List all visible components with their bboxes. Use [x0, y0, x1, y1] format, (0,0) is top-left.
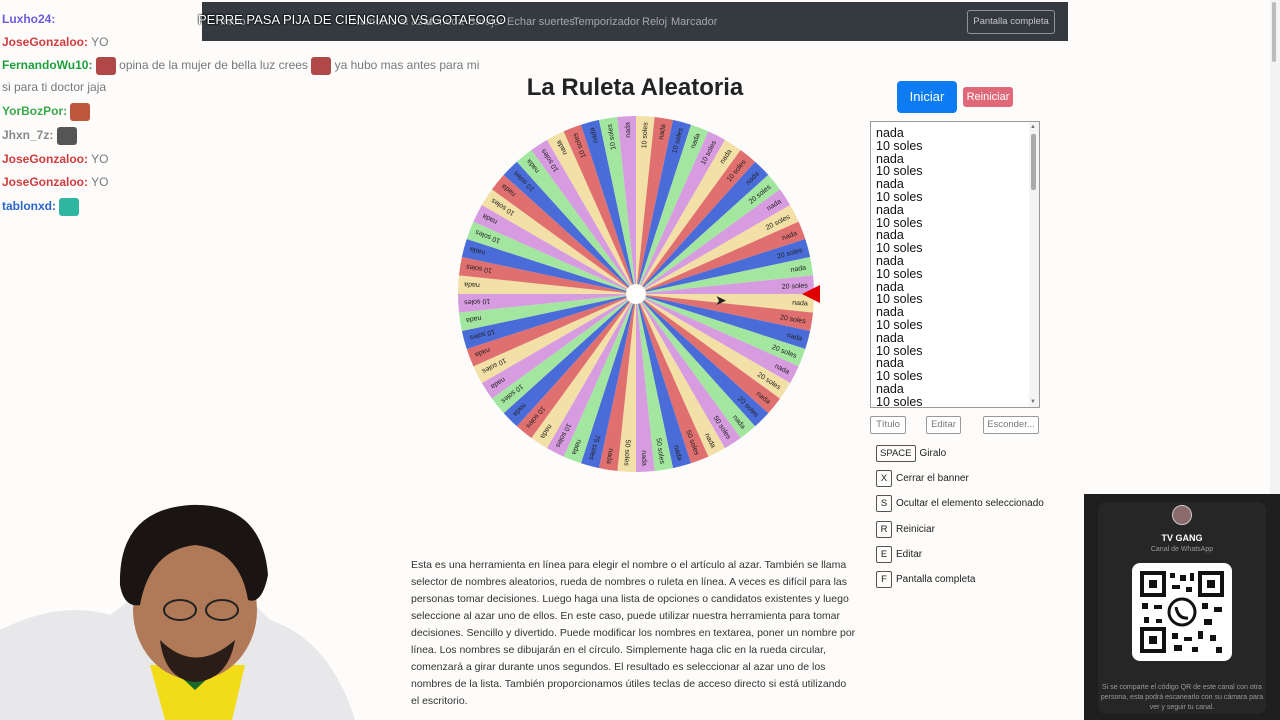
chat-line: JoseGonzaloo: YO	[2, 175, 108, 189]
edit-button[interactable]: Editar	[926, 416, 961, 434]
chat-user: JoseGonzaloo:	[2, 175, 89, 189]
hide-button[interactable]: Esconder...	[983, 416, 1039, 434]
emote-icon	[59, 198, 80, 216]
chat-line: JoseGonzaloo: YO	[2, 35, 108, 49]
wheel-segment-label: 50 soles	[622, 439, 630, 466]
shortcut-label: Pantalla completa	[896, 574, 976, 585]
chat-message: YO	[91, 152, 109, 166]
chat-message: YO	[91, 35, 109, 49]
nav-link-marcador[interactable]: Marcador	[671, 16, 717, 28]
wheel-segment-label: nada	[640, 450, 648, 466]
reset-button[interactable]: Reiniciar	[963, 87, 1013, 107]
entries-list: nada 10 soles nada 10 soles nada 10 soles nada…	[876, 126, 923, 408]
shortcut-reset: R Reiniciar	[876, 521, 935, 539]
entry-line: nada	[876, 253, 904, 268]
wheel-hub	[626, 284, 646, 304]
entry-line: nada	[876, 381, 904, 396]
entry-line: 10 soles	[876, 266, 923, 281]
key-badge: F	[876, 571, 892, 588]
entry-line: nada	[876, 126, 904, 140]
chat-user: YorBozPor:	[2, 104, 68, 119]
emote-icon	[56, 127, 77, 145]
entry-line: 10 soles	[876, 394, 923, 408]
chat-message: ya hubo mas antes para mi	[334, 58, 480, 73]
entries-textarea[interactable]: nada 10 soles nada 10 soles nada 10 soles nada…	[870, 121, 1040, 408]
nav-link-reloj[interactable]: Reloj	[642, 16, 667, 28]
key-badge: X	[876, 470, 892, 487]
qr-code-icon	[1132, 563, 1232, 661]
chat-message: si para ti doctor jaja	[2, 80, 107, 94]
chat-message: opina de la mujer de bella luz crees	[119, 58, 308, 73]
spin-wheel[interactable]: nada 20 soles nada 20 soles nada 20 soles nada…	[456, 114, 816, 474]
chat-line: Jhxn_7z:	[2, 127, 77, 145]
wheel-segment-label: 10 soles	[464, 297, 491, 305]
shortcut-edit: E Editar	[876, 546, 922, 564]
entry-line: nada	[876, 330, 904, 345]
entry-line: 10 soles	[876, 317, 923, 332]
wheel-segment-label: nada	[464, 280, 480, 288]
wheel-segment-label: 10 soles	[641, 122, 649, 149]
key-badge: SPACE	[876, 445, 916, 462]
scroll-down-icon[interactable]: ▼	[1030, 399, 1036, 405]
emote-icon	[70, 103, 91, 121]
chat-user: tablonxd:	[2, 199, 56, 214]
chat-line: tablonxd:	[2, 198, 80, 216]
channel-subtitle: Canal de WhatsApp	[1150, 546, 1214, 553]
shortcut-label: Giralo	[919, 448, 947, 459]
entries-scrollbar[interactable]: ▲ ▼	[1029, 122, 1039, 407]
shortcut-hide-selected: S Ocultar el elemento seleccionado	[876, 495, 1044, 513]
entry-line: nada	[876, 202, 904, 217]
key-badge: R	[876, 521, 892, 538]
entry-line: 10 soles	[876, 138, 923, 153]
emote-icon	[95, 57, 116, 75]
nav-link-echar-suertes[interactable]: Echar suertes	[507, 16, 575, 28]
channel-avatar	[1172, 505, 1192, 525]
page-title: La Ruleta Aleatoria	[526, 74, 744, 101]
chat-user: JoseGonzaloo:	[2, 152, 89, 166]
shortcut-label: Editar	[896, 549, 923, 560]
chat-line: FernandoWu10: opina de la mujer de bella…	[2, 57, 479, 75]
webcam-overlay	[0, 504, 355, 720]
title-button[interactable]: Título	[870, 416, 906, 434]
chat-line: Luxho24:	[2, 12, 55, 26]
mouse-cursor-icon: ➤	[715, 292, 727, 308]
chat-user: FernandoWu10:	[2, 58, 93, 73]
nav-link-temporizador[interactable]: Temporizador	[573, 16, 640, 28]
chat-line: si para ti doctor jaja	[2, 80, 106, 94]
shortcut-fullscreen: F Pantalla completa	[876, 571, 976, 589]
chat-user: Jhxn_7z:	[2, 128, 54, 143]
shortcut-label: Cerrar el banner	[896, 473, 969, 484]
whatsapp-footer-text: Si se comparte el código QR de este cana…	[1100, 684, 1264, 711]
chat-line: YorBozPor:	[2, 103, 91, 121]
key-badge: S	[876, 495, 892, 512]
shortcut-label: Ocultar el elemento seleccionado	[896, 498, 1044, 509]
fullscreen-button[interactable]: Pantalla completa	[967, 10, 1055, 34]
start-button[interactable]: Iniciar	[897, 81, 957, 113]
channel-name: TV GANG	[1161, 533, 1203, 543]
key-badge: E	[876, 546, 892, 563]
shortcut-spin: SPACE Giralo	[876, 445, 946, 463]
entry-line: 10 soles	[876, 189, 923, 204]
shortcut-label: Reiniciar	[896, 524, 935, 535]
chat-message: YO	[91, 175, 109, 189]
chat-line: JoseGonzaloo: YO	[2, 152, 108, 166]
scroll-up-icon[interactable]: ▲	[1030, 124, 1036, 130]
wheel-segment-label: nada	[624, 122, 632, 138]
description-text: Esta es una herramienta en línea para el…	[411, 559, 856, 707]
shortcut-close-banner: X Cerrar el banner	[876, 470, 969, 488]
wheel-pointer-icon	[802, 285, 820, 303]
emote-icon	[311, 57, 332, 75]
stream-title: PERRE PASA PIJA DE CIENCIANO VS GOTAFOGO	[198, 12, 506, 27]
chat-user: JoseGonzaloo:	[2, 35, 89, 49]
wheel-graphic[interactable]: nada20 solesnada20 solesnada20 solesnada…	[456, 114, 816, 474]
chat-user: Luxho24:	[2, 12, 56, 26]
